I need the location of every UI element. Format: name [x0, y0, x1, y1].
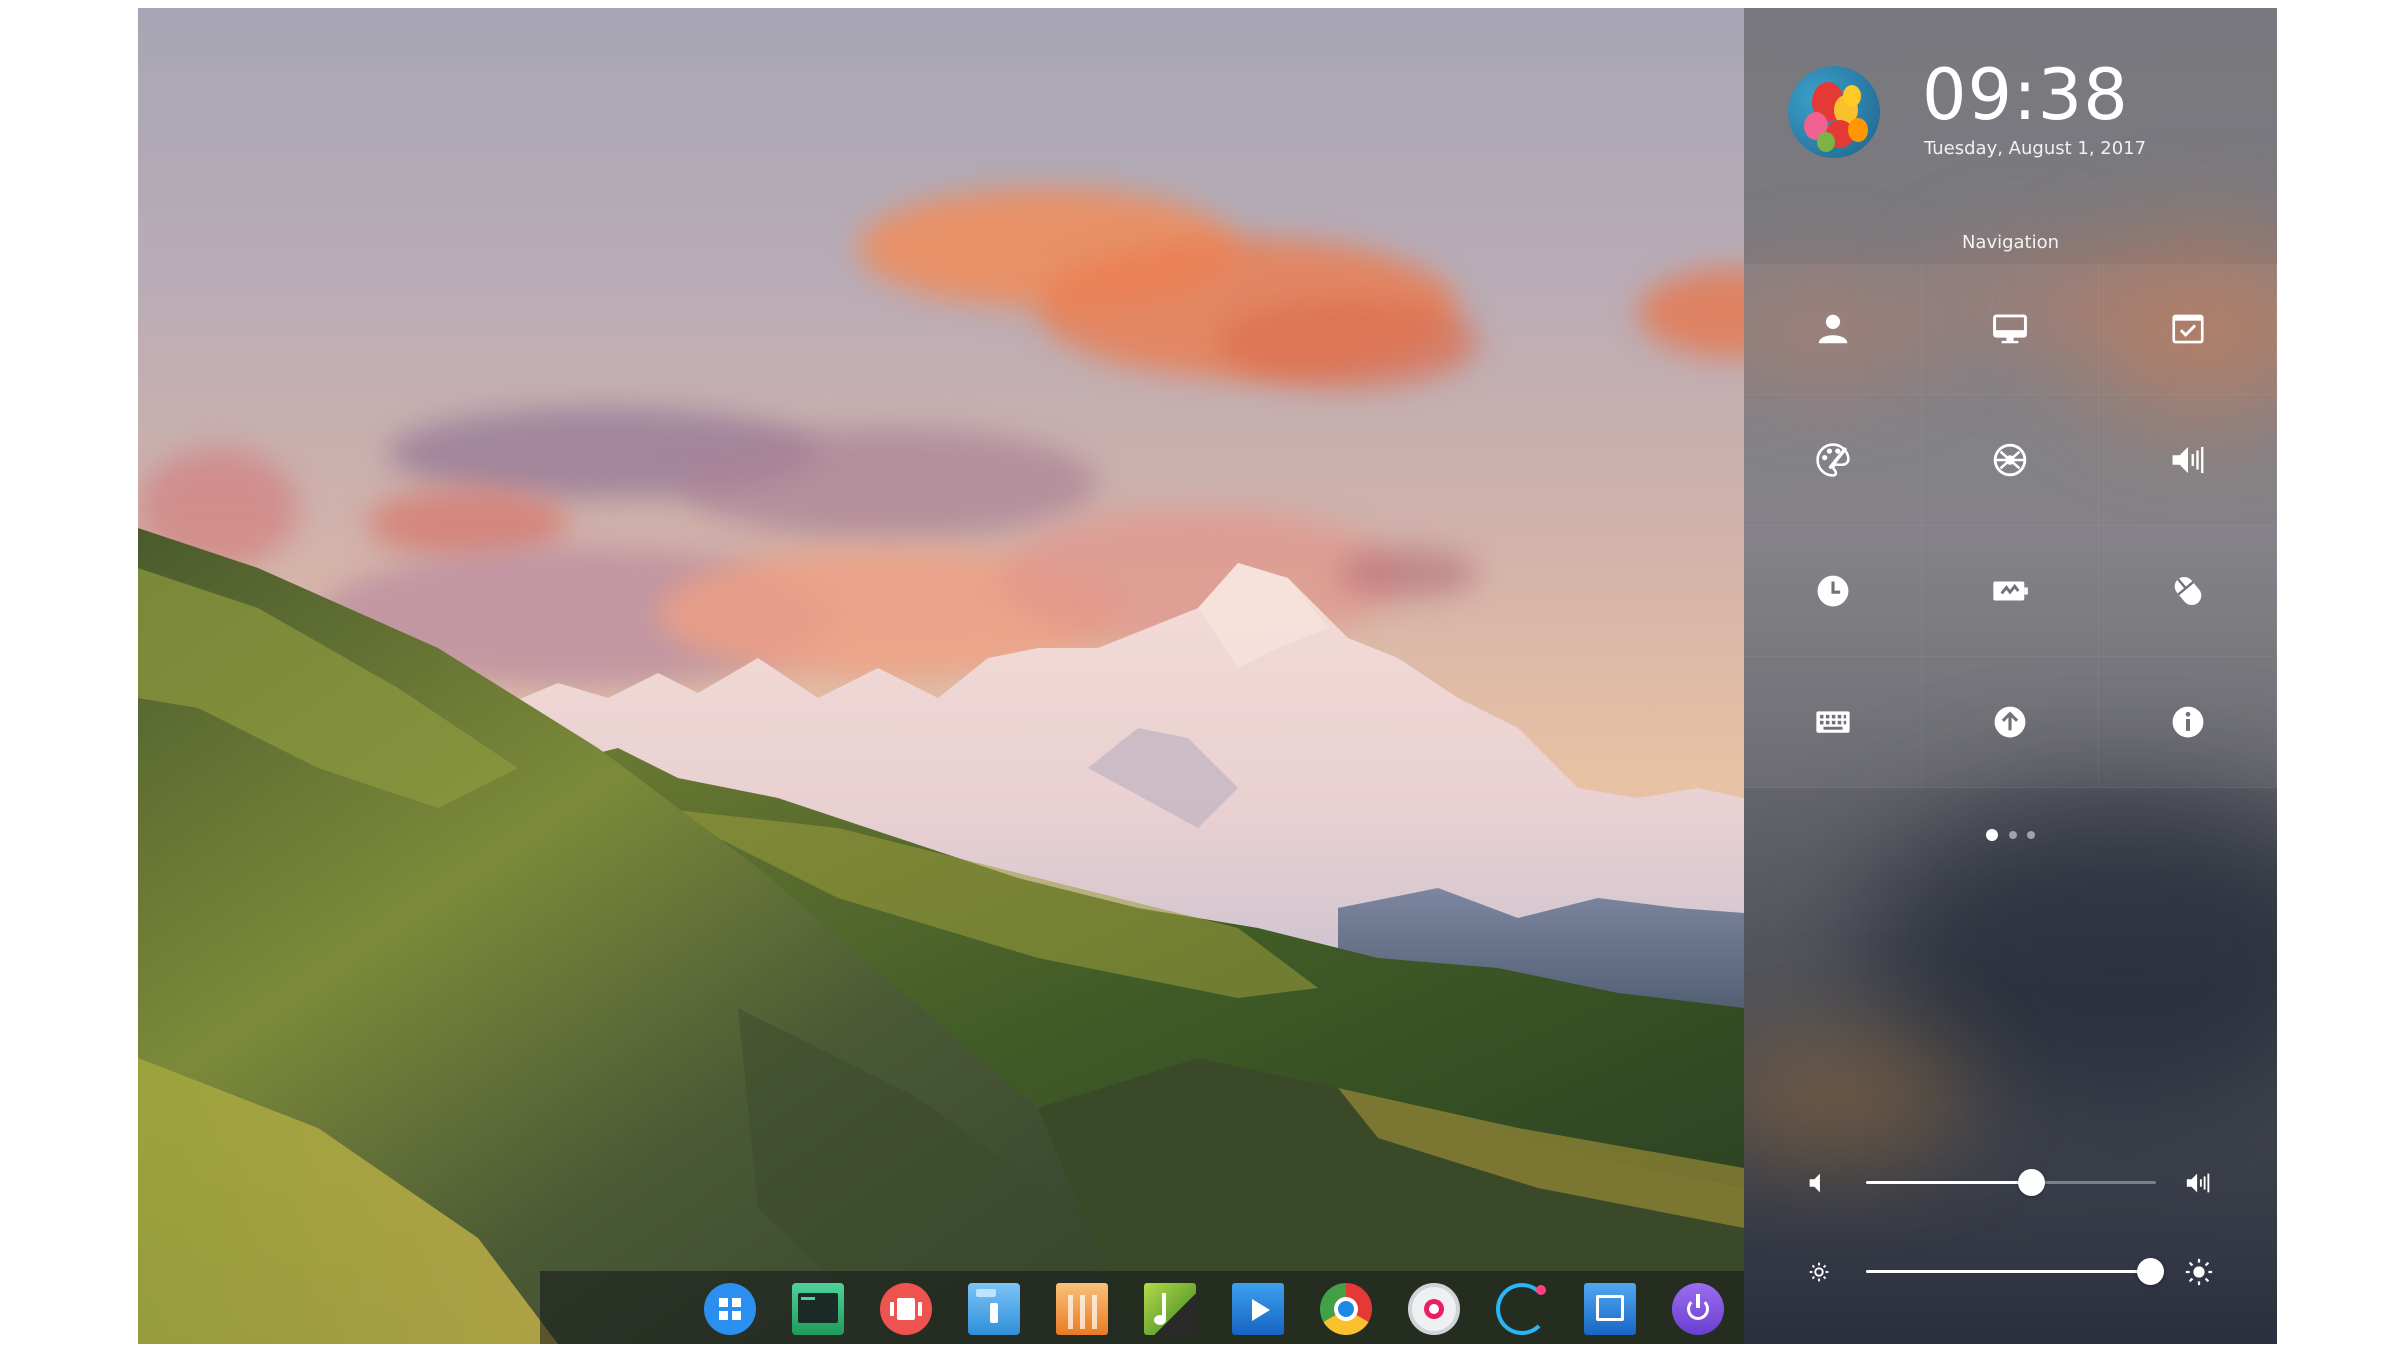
default-apps-icon	[2171, 314, 2204, 344]
volume-high-icon[interactable]	[2184, 1168, 2214, 1198]
multitasking-icon[interactable]	[878, 1281, 934, 1337]
sound-icon	[2172, 446, 2203, 474]
control-center-icon[interactable]	[1406, 1281, 1462, 1337]
mountain-landscape	[138, 528, 1744, 1344]
brightness-slider-handle[interactable]	[2137, 1258, 2165, 1285]
control-center-panel: 09:38 Tuesday, August 1, 2017 Navigation	[1744, 8, 2277, 1344]
account-icon	[1818, 314, 1847, 344]
system-monitor-icon[interactable]	[1494, 1281, 1550, 1337]
nav-tile-network[interactable]	[1922, 395, 2099, 526]
navigation-title: Navigation	[1961, 232, 2060, 253]
mouse-icon	[2174, 576, 2201, 606]
volume-low-icon[interactable]	[1804, 1168, 1834, 1198]
power-management-icon	[1993, 581, 2028, 601]
shutdown-icon[interactable]	[1670, 1281, 1726, 1337]
app-store-icon[interactable]	[1054, 1281, 1110, 1337]
nav-tile-update[interactable]	[1922, 657, 2099, 788]
personalization-icon	[1815, 443, 1850, 477]
nav-tile-mouse[interactable]	[2099, 526, 2277, 657]
nav-tile-system-info[interactable]	[2099, 657, 2277, 788]
launcher-icon[interactable]	[702, 1281, 758, 1337]
page-dot-2[interactable]	[2008, 830, 2017, 839]
nav-tile-personalization[interactable]	[1744, 395, 1922, 526]
page-indicator	[1744, 826, 2277, 844]
nav-tile-default-apps[interactable]	[2099, 264, 2277, 395]
clock-date: Tuesday, August 1, 2017	[1924, 138, 2147, 159]
volume-slider[interactable]	[1866, 1169, 2156, 1196]
nav-tile-display[interactable]	[1922, 264, 2099, 395]
volume-slider-handle[interactable]	[2018, 1169, 2046, 1196]
volume-slider-row	[1744, 1160, 2277, 1204]
page-dot-1[interactable]	[1986, 828, 1999, 841]
brightness-low-icon[interactable]	[1804, 1257, 1834, 1287]
movie-icon[interactable]	[1230, 1281, 1286, 1337]
page-dot-3[interactable]	[2026, 830, 2035, 839]
brightness-high-icon[interactable]	[2184, 1257, 2214, 1287]
time-date-icon	[1817, 575, 1848, 607]
user-avatar[interactable]	[1788, 66, 1880, 158]
brightness-slider-row	[1744, 1249, 2277, 1293]
display-icon	[1993, 314, 2027, 344]
desktop-wallpaper	[138, 8, 1744, 1344]
nav-tile-accounts[interactable]	[1744, 264, 1922, 395]
navigation-grid	[1744, 264, 2277, 788]
network-icon	[1993, 443, 2027, 477]
file-manager-icon[interactable]	[966, 1281, 1022, 1337]
chrome-icon[interactable]	[1318, 1281, 1374, 1337]
brightness-slider[interactable]	[1866, 1258, 2165, 1285]
terminal-icon[interactable]	[790, 1281, 846, 1337]
nav-tile-sound[interactable]	[2099, 395, 2277, 526]
nav-tile-time-date[interactable]	[1744, 526, 1922, 657]
system-info-icon	[2172, 706, 2203, 738]
nav-tile-keyboard[interactable]	[1744, 657, 1922, 788]
update-icon	[1994, 706, 2026, 738]
dock	[540, 1271, 1744, 1344]
screenshot-icon[interactable]	[1582, 1281, 1638, 1337]
keyboard-icon	[1815, 711, 1850, 733]
clock-time: 09:38	[1922, 54, 2129, 136]
music-icon[interactable]	[1142, 1281, 1198, 1337]
desktop-screen: 09:38 Tuesday, August 1, 2017 Navigation	[138, 8, 2277, 1344]
nav-tile-power-management[interactable]	[1922, 526, 2099, 657]
